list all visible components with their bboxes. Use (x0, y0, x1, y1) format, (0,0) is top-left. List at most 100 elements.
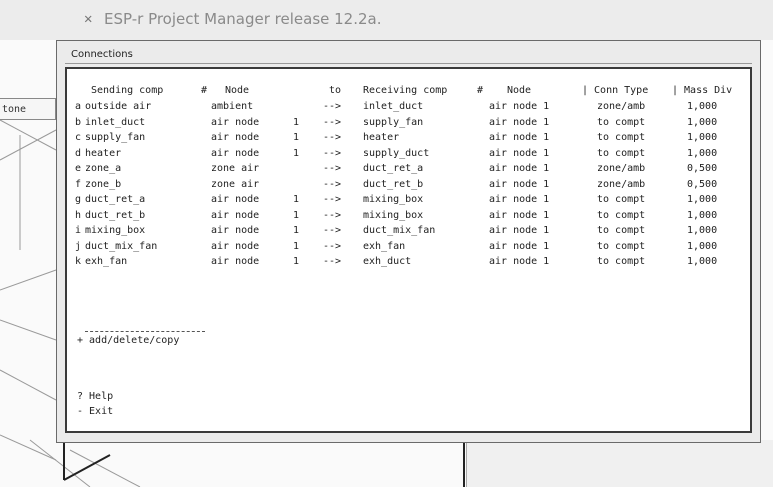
sending-node: air node (211, 194, 260, 205)
column-header-row: Sending comp # Node to Receiving comp # … (67, 83, 750, 98)
connection-arrow: --> (323, 163, 342, 174)
connection-type: zone/amb (597, 178, 646, 190)
connection-type: to compt (597, 209, 646, 221)
connection-row[interactable]: i mixing_box air node 1 --> duct_mix_fan air n… (67, 223, 750, 238)
row-key: d (75, 147, 82, 159)
connection-arrow: --> (323, 256, 342, 267)
receiving-node: air node 1 (489, 240, 550, 252)
app-icon: ✕ (84, 11, 93, 27)
help-option[interactable]: ? Help (77, 389, 750, 404)
receiving-component: exh_fan (363, 240, 406, 252)
row-key: a (75, 101, 82, 112)
sending-node: air node (211, 240, 260, 252)
connection-row[interactable]: h duct_ret_b air node 1 --> mixing_box air nod… (67, 208, 750, 223)
receiving-node: air node 1 (489, 116, 550, 128)
sending-component: heater (85, 147, 122, 159)
sending-node: air node (211, 256, 260, 267)
connection-row[interactable]: g duct_ret_a air node 1 --> mixing_box air nod… (67, 192, 750, 207)
window-title: ESP-r Project Manager release 12.2a. (104, 10, 382, 28)
sending-component: zone_b (85, 178, 122, 190)
receiving-component: mixing_box (363, 209, 424, 221)
connection-row[interactable]: a outside air ambient --> inlet_duct air node… (67, 99, 750, 114)
sending-component: duct_ret_b (85, 209, 146, 221)
receiving-component: heater (363, 132, 400, 143)
mass-diversion: 1,000 (687, 194, 718, 205)
sending-component: mixing_box (85, 225, 146, 236)
sending-node-number: 1 (293, 225, 300, 236)
connection-type: to compt (597, 116, 646, 128)
mass-diversion: 1,000 (687, 209, 718, 221)
sending-node: air node (211, 116, 260, 128)
receiving-node: air node 1 (489, 178, 550, 190)
connection-arrow: --> (323, 209, 342, 221)
receiving-component: duct_mix_fan (363, 225, 436, 236)
mass-diversion: 1,000 (687, 147, 718, 159)
header-sending: Sending comp (91, 85, 164, 96)
connection-row[interactable]: b inlet_duct air node 1 --> supply_fan air nod… (67, 115, 750, 130)
header-mass-div: | Mass Div (672, 85, 733, 96)
connection-row[interactable]: e zone_a zone air --> duct_ret_a air node 1 zo… (67, 161, 750, 176)
receiving-component: inlet_duct (363, 101, 424, 112)
receiving-node: air node 1 (489, 194, 550, 205)
sending-node-number: 1 (293, 132, 300, 143)
mass-diversion: 1,000 (687, 132, 718, 143)
receiving-node: air node 1 (489, 209, 550, 221)
receiving-node: air node 1 (489, 256, 550, 267)
side-panel (466, 440, 773, 487)
row-key: g (75, 194, 82, 205)
connections-dialog: Connections Sending comp # Node to Recei… (56, 40, 761, 443)
row-key: f (75, 178, 82, 190)
header-receiving-node: Node (507, 85, 532, 96)
sending-node: air node (211, 209, 260, 221)
receiving-node: air node 1 (489, 132, 550, 143)
connection-arrow: --> (323, 101, 342, 112)
mass-diversion: 1,000 (687, 116, 718, 128)
mass-diversion: 1,000 (687, 256, 718, 267)
connection-type: to compt (597, 194, 646, 205)
sending-node: ambient (211, 101, 254, 112)
header-to: to (329, 85, 342, 96)
row-key: j (75, 240, 82, 252)
menu-separator (85, 331, 205, 332)
connection-type: to compt (597, 240, 646, 252)
sending-node-number: 1 (293, 256, 300, 267)
receiving-node: air node 1 (489, 101, 550, 112)
mass-diversion: 1,000 (687, 240, 718, 252)
connection-arrow: --> (323, 178, 342, 190)
row-key: k (75, 256, 82, 267)
sending-component: duct_mix_fan (85, 240, 158, 252)
row-key: b (75, 116, 82, 128)
sending-component: zone_a (85, 163, 122, 174)
title-divider (65, 63, 752, 64)
receiving-node: air node 1 (489, 147, 550, 159)
header-conn-type: | Conn Type (582, 85, 649, 96)
receiving-component: duct_ret_b (363, 178, 424, 190)
connection-row[interactable]: d heater air node 1 --> supply_duct air node 1… (67, 146, 750, 161)
connection-row[interactable]: j duct_mix_fan air node 1 --> exh_fan air node… (67, 239, 750, 254)
connection-arrow: --> (323, 116, 342, 128)
sending-node: air node (211, 132, 260, 143)
connection-row[interactable]: k exh_fan air node 1 --> exh_duct air node 1 to… (67, 254, 750, 269)
receiving-component: duct_ret_a (363, 163, 424, 174)
header-sending-number: # (201, 85, 208, 96)
connection-row[interactable]: c supply_fan air node 1 --> heater air node 1 t… (67, 130, 750, 145)
connection-arrow: --> (323, 147, 342, 159)
sending-node-number: 1 (293, 194, 300, 205)
connections-list: Sending comp # Node to Receiving comp # … (65, 67, 752, 433)
exit-option[interactable]: - Exit (77, 404, 750, 419)
sending-node: zone air (211, 178, 260, 190)
receiving-component: mixing_box (363, 194, 424, 205)
add-delete-copy-option[interactable]: + add/delete/copy (77, 333, 750, 348)
sending-component: outside air (85, 101, 152, 112)
connection-row[interactable]: f zone_b zone air --> duct_ret_b air node 1 zo… (67, 177, 750, 192)
connection-type: to compt (597, 225, 646, 236)
mass-diversion: 1,000 (687, 101, 718, 112)
connection-arrow: --> (323, 132, 342, 143)
sending-node: air node (211, 225, 260, 236)
sending-component: exh_fan (85, 256, 128, 267)
row-key: h (75, 209, 82, 221)
sending-component: supply_fan (85, 132, 146, 143)
header-sending-node: Node (225, 85, 250, 96)
receiving-component: supply_fan (363, 116, 424, 128)
sending-node: zone air (211, 163, 260, 174)
